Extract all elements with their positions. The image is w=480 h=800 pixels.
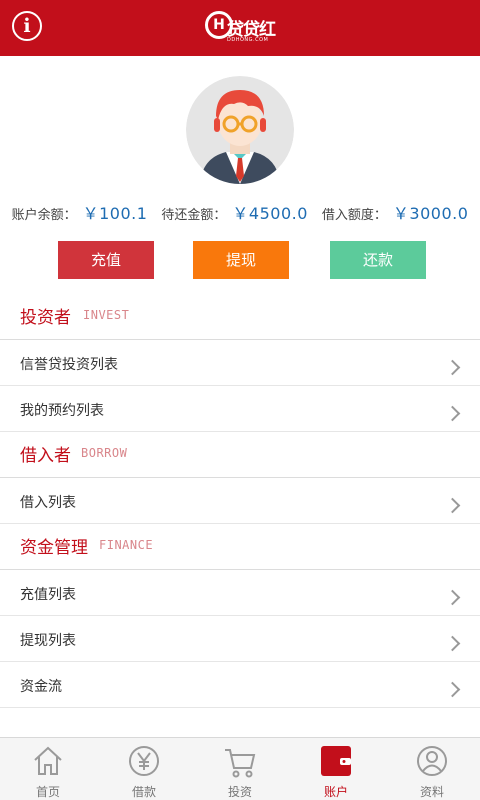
limit-label: 借入额度： [321, 208, 387, 223]
tab-loan[interactable]: 借款 [96, 738, 192, 800]
list-item-label: 借入列表 [20, 495, 76, 511]
chevron-right-icon [444, 681, 461, 698]
list-item-credit-investments[interactable]: 信誉贷投资列表 [0, 340, 480, 386]
section-subtitle: FINANCE [99, 538, 154, 552]
chevron-right-icon [444, 405, 461, 422]
yen-icon [129, 746, 159, 776]
list-item-withdraw-list[interactable]: 提现列表 [0, 616, 480, 662]
section-subtitle: INVEST [83, 308, 130, 322]
section-invest: 投资者 INVEST [0, 294, 480, 340]
limit-value: ￥3000.0 [392, 204, 469, 223]
tab-home[interactable]: 首页 [0, 738, 96, 800]
tab-label: 资料 [419, 785, 444, 799]
bottom-tab-bar: 首页 借款 投资 账户 资料 [0, 737, 480, 800]
app-logo: H 贷贷红 DDHONG.COM [205, 8, 281, 48]
info-icon[interactable]: i [12, 11, 42, 41]
chevron-right-icon [444, 359, 461, 376]
section-borrow: 借入者 BORROW [0, 432, 480, 478]
section-finance: 资金管理 FINANCE [0, 524, 480, 570]
tab-label: 账户 [323, 785, 348, 799]
chevron-right-icon [444, 497, 461, 514]
list-item-cash-flow[interactable]: 资金流 [0, 662, 480, 708]
tab-label: 借款 [131, 785, 156, 799]
cart-icon [225, 749, 256, 778]
balance-label: 账户余额： [11, 208, 77, 223]
list-item-label: 充值列表 [20, 587, 76, 603]
home-icon [34, 746, 62, 775]
avatar[interactable] [186, 76, 294, 184]
tab-label: 首页 [35, 785, 60, 799]
list-item-label: 我的预约列表 [20, 403, 104, 419]
list-item-my-reservations[interactable]: 我的预约列表 [0, 386, 480, 432]
pending-value: ￥4500.0 [232, 204, 308, 223]
wallet-icon [321, 746, 351, 776]
list-item-borrow-list[interactable]: 借入列表 [0, 478, 480, 524]
tab-profile[interactable]: 资料 [384, 738, 480, 800]
section-subtitle: BORROW [81, 446, 128, 460]
recharge-button[interactable]: 充值 [58, 241, 154, 279]
user-icon [417, 746, 447, 776]
repay-button[interactable]: 还款 [330, 241, 426, 279]
tab-account[interactable]: 账户 [288, 738, 384, 800]
withdraw-button[interactable]: 提现 [193, 241, 289, 279]
balance-value: ￥100.1 [82, 204, 148, 223]
tab-invest[interactable]: 投资 [192, 738, 288, 800]
section-title: 借入者 [20, 446, 71, 466]
pending-label: 待还金额： [161, 208, 227, 223]
section-title: 资金管理 [20, 538, 88, 558]
chevron-right-icon [444, 589, 461, 606]
tab-label: 投资 [227, 785, 252, 799]
list-item-label: 提现列表 [20, 633, 76, 649]
chevron-right-icon [444, 635, 461, 652]
logo-subtext: DDHONG.COM [227, 37, 269, 43]
section-title: 投资者 [20, 308, 71, 328]
account-summary: 账户余额： ￥100.1 待还金额： ￥4500.0 借入额度： ￥3000.0 [0, 200, 480, 224]
app-header: i H 贷贷红 DDHONG.COM [0, 0, 480, 56]
list-item-label: 信誉贷投资列表 [20, 357, 118, 373]
list-item-label: 资金流 [20, 679, 62, 695]
list-item-recharge-list[interactable]: 充值列表 [0, 570, 480, 616]
